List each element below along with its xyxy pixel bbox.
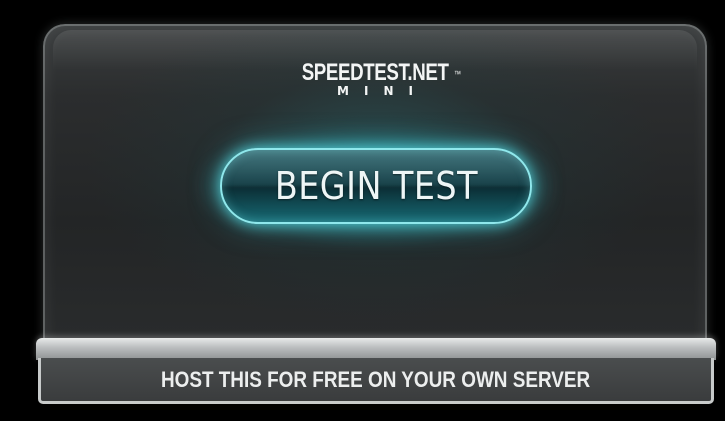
panel-shelf [36, 338, 716, 360]
logo-trademark: ™ [453, 69, 461, 79]
host-for-free-label: HOST THIS FOR FREE ON YOUR OWN SERVER [161, 366, 591, 392]
logo-title-wrap: SPEEDTEST.NET ™ [301, 59, 461, 86]
begin-test-button[interactable]: BEGIN TEST [220, 148, 532, 224]
speedtest-mini-widget: SPEEDTEST.NET ™ MINI BEGIN TEST HOST THIS… [0, 0, 725, 421]
logo-subtitle: MINI [337, 84, 428, 98]
logo-title: SPEEDTEST.NET [301, 59, 449, 86]
speedtest-logo: SPEEDTEST.NET ™ MINI [43, 59, 707, 99]
begin-test-label: BEGIN TEST [274, 164, 478, 208]
host-for-free-link[interactable]: HOST THIS FOR FREE ON YOUR OWN SERVER [38, 358, 714, 404]
